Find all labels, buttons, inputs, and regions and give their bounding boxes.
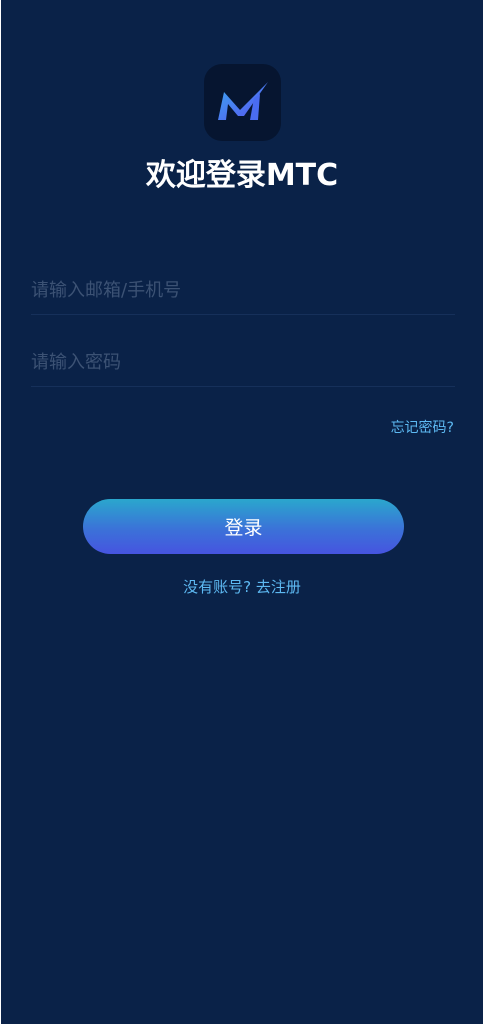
mtc-logo-icon — [217, 81, 268, 120]
email-phone-input[interactable] — [31, 266, 455, 315]
login-button[interactable]: 登录 — [83, 499, 404, 554]
forgot-password-link[interactable]: 忘记密码? — [391, 418, 454, 438]
password-input[interactable] — [31, 338, 455, 387]
page-title: 欢迎登录MTC — [145, 158, 339, 193]
app-logo — [204, 64, 281, 141]
login-screen: 欢迎登录MTC 忘记密码? 登录 没有账号? 去注册 — [1, 0, 483, 1024]
register-link[interactable]: 没有账号? 去注册 — [1, 576, 483, 598]
